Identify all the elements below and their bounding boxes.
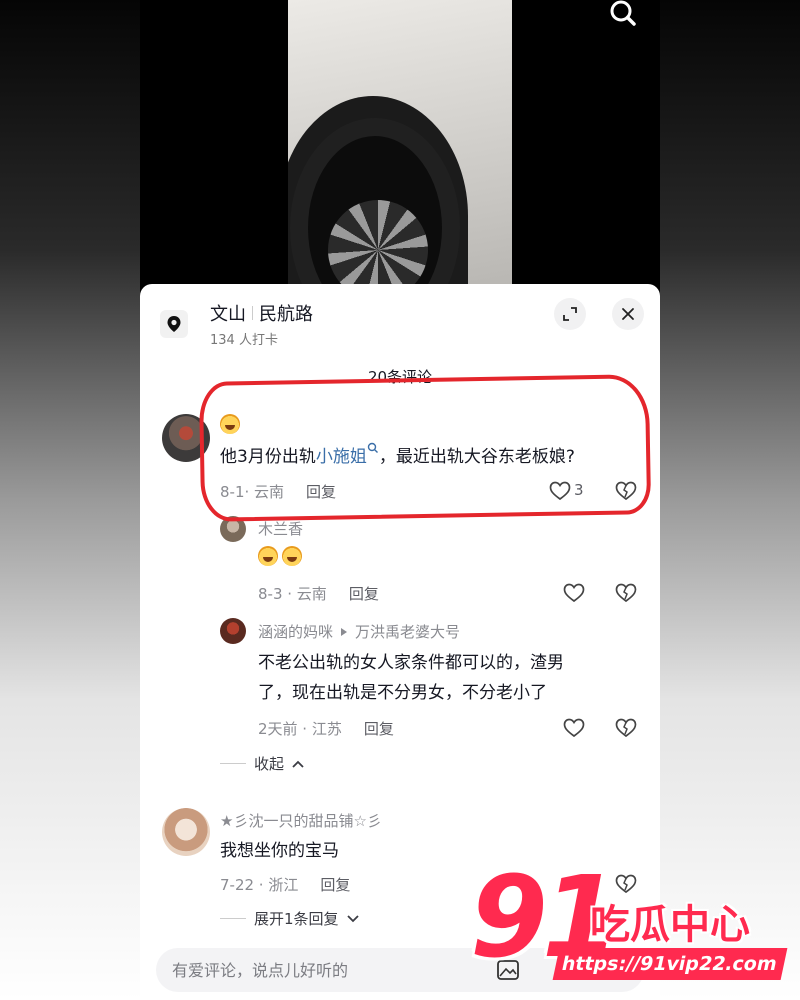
like-button[interactable] bbox=[562, 716, 586, 740]
comment-text: 我想坐你的宝马 bbox=[220, 841, 339, 861]
dislike-button[interactable] bbox=[614, 581, 638, 605]
emoji-reaction bbox=[258, 546, 302, 566]
heart-icon bbox=[563, 718, 585, 738]
watermark-brand: 吃瓜中心 bbox=[590, 902, 750, 948]
reply-button[interactable]: 回复 bbox=[320, 874, 350, 895]
expand-icon bbox=[563, 307, 577, 321]
watermark-logo: 91 吃瓜中心 https://91vip22.com bbox=[470, 862, 790, 992]
laugh-cry-icon bbox=[258, 546, 278, 566]
author-name: 涵涵的妈咪 bbox=[258, 623, 334, 641]
divider bbox=[220, 763, 246, 764]
location-road: 民航路 bbox=[259, 304, 313, 325]
expand-button[interactable] bbox=[554, 298, 586, 330]
author-name: 木兰香 bbox=[258, 520, 304, 538]
heart-icon bbox=[563, 583, 585, 603]
comment-input[interactable] bbox=[156, 948, 476, 992]
comment-meta: 2天前 · 江苏 回复 bbox=[258, 718, 394, 739]
red-highlight-circle bbox=[198, 374, 652, 522]
search-icon[interactable] bbox=[608, 0, 640, 28]
broken-heart-icon bbox=[615, 583, 637, 603]
expand-label: 展开1条回复 bbox=[254, 910, 339, 928]
divider bbox=[220, 918, 246, 919]
collapse-label: 收起 bbox=[254, 755, 285, 773]
reply-author[interactable]: 涵涵的妈咪 万洪禹老婆大号 bbox=[258, 621, 460, 642]
reply-button[interactable]: 回复 bbox=[364, 718, 394, 739]
divider bbox=[252, 306, 253, 320]
watermark-url: https://91vip22.com bbox=[552, 948, 788, 980]
broken-heart-icon bbox=[615, 718, 637, 738]
comment-meta: 8-3 · 云南 回复 bbox=[258, 583, 379, 604]
comment-meta: 7-22 · 浙江 回复 bbox=[220, 874, 350, 895]
reply-to-name: 万洪禹老婆大号 bbox=[355, 623, 461, 641]
background-left bbox=[0, 0, 140, 1000]
dislike-button[interactable] bbox=[614, 716, 638, 740]
avatar[interactable] bbox=[220, 618, 246, 644]
close-icon bbox=[622, 308, 634, 320]
reply-button[interactable]: 回复 bbox=[349, 583, 379, 604]
video-frame[interactable] bbox=[288, 0, 512, 284]
comment-text: 不老公出轨的女人家条件都可以的，渣男 了，现在出轨是不分男女，不分老小了 bbox=[258, 648, 564, 708]
comment-time-location: 7-22 · 浙江 bbox=[220, 876, 299, 894]
comment-line: 了，现在出轨是不分男女，不分老小了 bbox=[258, 683, 547, 703]
avatar[interactable] bbox=[162, 808, 210, 856]
laugh-cry-icon bbox=[282, 546, 302, 566]
background-right bbox=[660, 0, 800, 1000]
expand-replies-button[interactable]: 展开1条回复 bbox=[220, 908, 359, 929]
reply-author[interactable]: 木兰香 bbox=[258, 518, 303, 539]
close-button[interactable] bbox=[612, 298, 644, 330]
chevron-down-icon bbox=[346, 914, 359, 922]
author-name: ★彡沈一只的甜品铺☆彡 bbox=[220, 812, 382, 830]
comment-time-location: 2天前 · 江苏 bbox=[258, 720, 342, 738]
collapse-replies-button[interactable]: 收起 bbox=[220, 753, 304, 774]
location-pin-icon bbox=[160, 310, 188, 338]
comment-line: 不老公出轨的女人家条件都可以的，渣男 bbox=[258, 653, 564, 673]
comment-author[interactable]: ★彡沈一只的甜品铺☆彡 bbox=[220, 810, 382, 831]
like-button[interactable] bbox=[562, 581, 586, 605]
location-title[interactable]: 文山 民航路 bbox=[210, 300, 313, 326]
comment-time-location: 8-3 · 云南 bbox=[258, 585, 327, 603]
play-arrow-icon bbox=[341, 627, 348, 636]
location-city: 文山 bbox=[210, 304, 246, 325]
chevron-up-icon bbox=[292, 760, 304, 768]
checkin-count: 134 人打卡 bbox=[210, 333, 278, 348]
